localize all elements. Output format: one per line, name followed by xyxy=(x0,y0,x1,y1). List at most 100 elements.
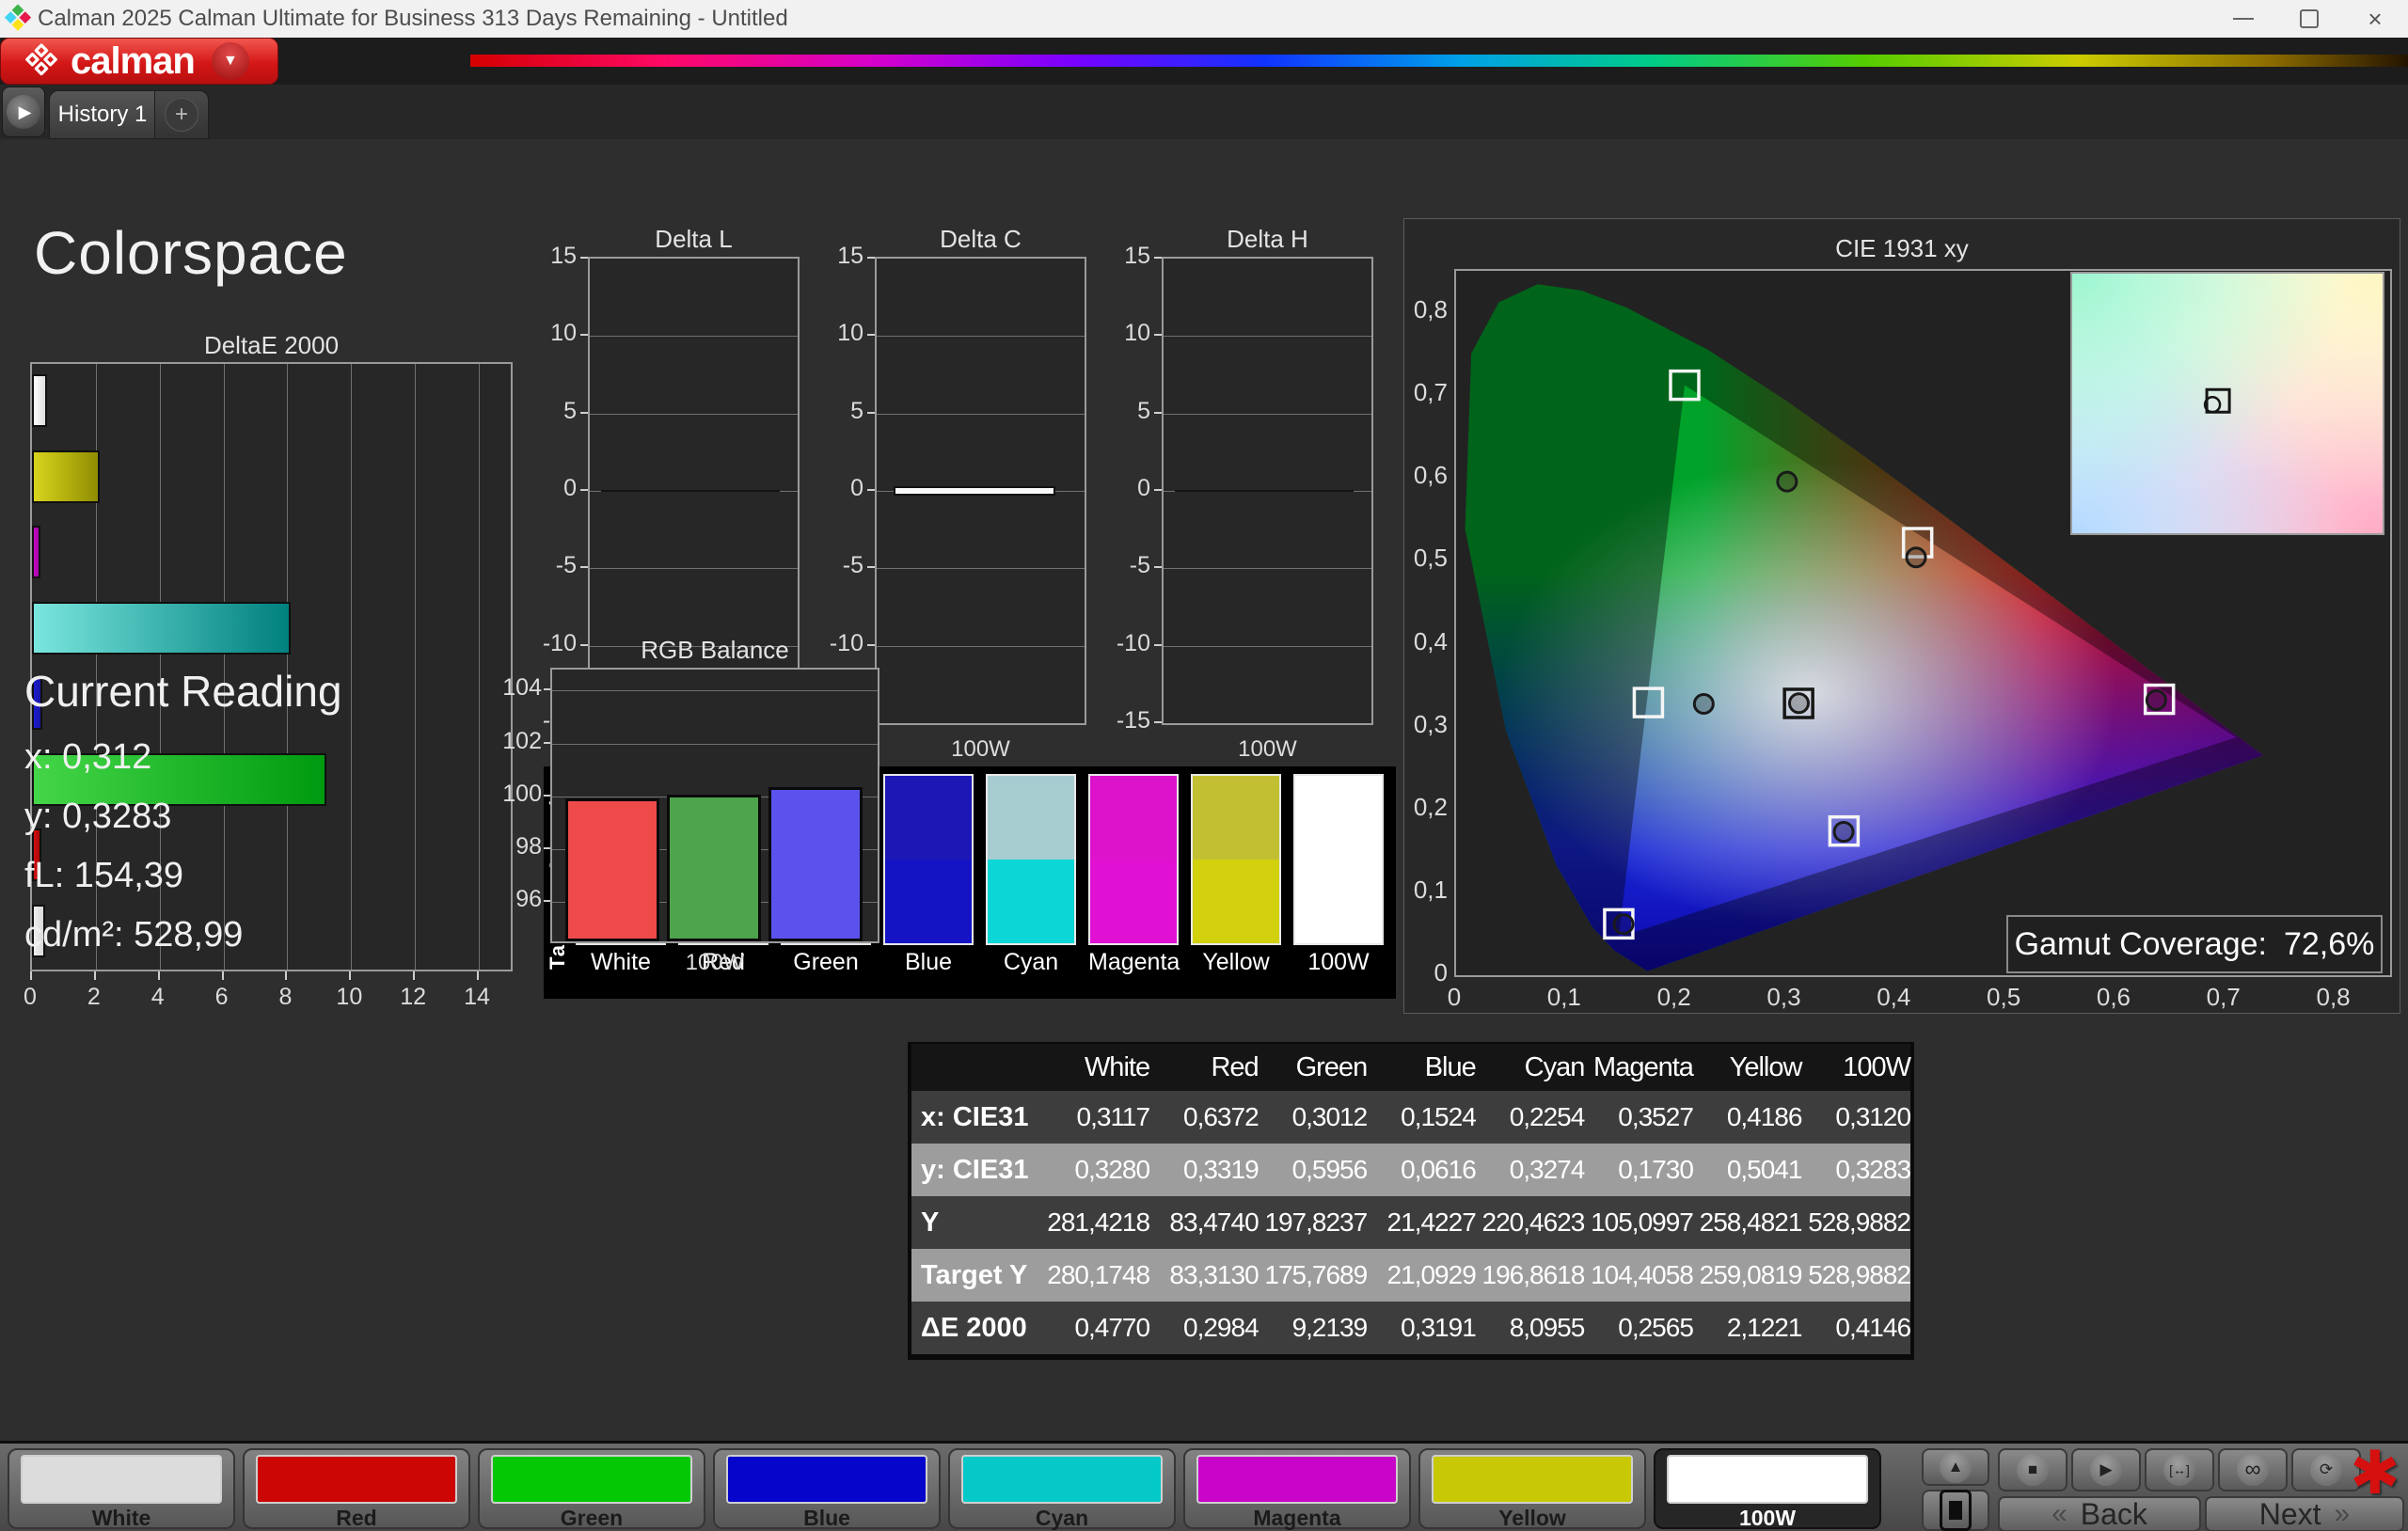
table-row-y: Y281,421883,4740197,823721,4227220,46231… xyxy=(911,1196,1910,1249)
pattern-window-up-button[interactable]: ▲ xyxy=(1922,1448,1989,1486)
next-button[interactable]: Next » xyxy=(2205,1496,2404,1531)
rgb-gridline xyxy=(552,690,878,691)
pattern-bar: WhiteRed Green BlueCyanMagentaYellow100W ▲… xyxy=(0,1441,2408,1531)
history-nav-button[interactable]: ▶ xyxy=(2,87,45,137)
delta_h-ytick: 10 xyxy=(1094,320,1150,347)
deltae-bar-white xyxy=(32,374,47,427)
pattern-button-100w[interactable]: 100W xyxy=(1654,1448,1881,1529)
table-col-green: Green xyxy=(1259,1052,1368,1083)
refresh-icon: ⟳ xyxy=(2310,1454,2342,1486)
swatch-stack-100w xyxy=(1293,774,1384,945)
back-button[interactable]: « Back xyxy=(1998,1496,2201,1531)
infinite-loop-icon: ∞ xyxy=(2237,1454,2269,1486)
calman-menu-button[interactable]: calman ▼ xyxy=(0,38,278,85)
delta_l-ytick: 15 xyxy=(520,243,577,270)
table-cell: 175,7689 xyxy=(1259,1260,1368,1290)
table-cell: 83,3130 xyxy=(1149,1260,1259,1290)
cie-xtick: 0,6 xyxy=(2076,983,2151,1012)
transport-pattern-size[interactable]: [↔] xyxy=(2145,1448,2214,1492)
swatch-actual xyxy=(988,776,1074,860)
transport-stop[interactable]: ■ xyxy=(1998,1448,2067,1492)
table-cell: 528,9882 xyxy=(1801,1207,1910,1238)
deltae-gridline xyxy=(479,364,480,970)
delta_l-tickmark xyxy=(580,489,588,491)
cie-measured-yellow xyxy=(1907,548,1925,567)
pattern-window-button[interactable] xyxy=(1922,1490,1989,1531)
cie-measured-cyan xyxy=(1694,695,1713,714)
deltae-tick-label: 6 xyxy=(198,984,246,1011)
swatch-name: Magenta xyxy=(1088,949,1179,976)
delta_l-ytick: 0 xyxy=(520,475,577,502)
close-button[interactable]: × xyxy=(2342,0,2408,38)
swatch-target xyxy=(988,860,1074,943)
pattern-button-blue[interactable]: Blue xyxy=(713,1448,941,1529)
deltae-tick-label: 10 xyxy=(325,984,372,1011)
swatch-stack-blue xyxy=(883,774,974,945)
table-cell: 0,3283 xyxy=(1801,1155,1910,1185)
add-tab-button[interactable]: + xyxy=(154,90,209,139)
minimize-button[interactable] xyxy=(2210,0,2276,38)
delta_h-tickmark xyxy=(1154,257,1162,259)
calman-menu-arrow[interactable]: ▼ xyxy=(212,42,249,80)
swatch-name: Cyan xyxy=(986,949,1076,976)
play-icon: ▶ xyxy=(2090,1454,2122,1486)
rgb-tickmark xyxy=(544,847,550,849)
swatch-name: Blue xyxy=(883,949,974,976)
transport-play[interactable]: ▶ xyxy=(2071,1448,2141,1492)
cie-xtick: 0,2 xyxy=(1637,983,1712,1012)
table-cell: 0,3117 xyxy=(1041,1102,1150,1132)
pattern-label: Green xyxy=(480,1506,704,1531)
pattern-size-icon: [↔] xyxy=(2163,1454,2195,1486)
play-arrow-icon: ▶ xyxy=(19,103,32,122)
swatch-actual xyxy=(1090,776,1177,860)
cie-xtick: 0,3 xyxy=(1746,983,1821,1012)
rgb-bar-green xyxy=(667,795,761,941)
reading-3: cd/m²: 528,99 xyxy=(24,915,243,955)
swatch-blue: Blue xyxy=(883,774,974,976)
delta_h-ytick: -5 xyxy=(1094,552,1150,579)
logo-row: calman ▼ xyxy=(0,38,2408,85)
window-title: Calman 2025 Calman Ultimate for Business… xyxy=(38,6,788,32)
delta_h-ytick: -10 xyxy=(1094,630,1150,657)
table-col-100w: 100W xyxy=(1801,1052,1910,1083)
cie-ytick: 0 xyxy=(1404,958,1448,987)
pattern-button-white[interactable]: White xyxy=(8,1448,235,1529)
rgb-ytick: 98 xyxy=(470,833,542,860)
cie-measured-blue xyxy=(1614,915,1633,934)
close-icon: × xyxy=(2368,5,2382,34)
delta_l-tickmark xyxy=(580,257,588,259)
cie-ytick: 0,7 xyxy=(1404,378,1448,407)
title-bar: Calman 2025 Calman Ultimate for Business… xyxy=(0,0,2408,38)
rgb-balance-chart xyxy=(550,668,879,943)
next-label: Next xyxy=(2259,1497,2321,1531)
delta_h-ytick: 0 xyxy=(1094,475,1150,502)
delta_c-tickmark xyxy=(867,334,875,336)
restore-button[interactable] xyxy=(2276,0,2342,38)
pattern-button-yellow[interactable]: Yellow xyxy=(1418,1448,1646,1529)
pattern-button-red[interactable]: Red xyxy=(243,1448,470,1529)
delta_c-gridline xyxy=(877,336,1085,337)
deltae2000-chart-title: DeltaE 2000 xyxy=(30,331,513,360)
delta_h-title: Delta H xyxy=(1162,225,1373,254)
pattern-swatch-red xyxy=(256,1455,457,1504)
table-cell: 9,2139 xyxy=(1259,1313,1368,1343)
stop-icon: ■ xyxy=(2017,1454,2049,1486)
pattern-button-green[interactable]: Green xyxy=(478,1448,705,1529)
pattern-button-cyan[interactable]: Cyan xyxy=(948,1448,1176,1529)
table-row-label: y: CIE31 xyxy=(911,1155,1041,1186)
tab-history-1[interactable]: History 1 xyxy=(49,90,156,139)
transport-infinite-loop[interactable]: ∞ xyxy=(2218,1448,2288,1492)
gamut-coverage-label: Gamut Coverage: xyxy=(2015,926,2267,963)
table-cell: 21,0929 xyxy=(1367,1260,1476,1290)
delta_c-tickmark xyxy=(867,489,875,491)
pattern-swatch-100w xyxy=(1667,1455,1868,1504)
rgb-balance-x-label: 100W xyxy=(550,950,879,976)
table-row-y-cie31: y: CIE310,32800,33190,59560,06160,32740,… xyxy=(911,1144,1910,1196)
table-cell: 196,8618 xyxy=(1476,1260,1585,1290)
delta_c-title: Delta C xyxy=(875,225,1086,254)
delta_l-ytick: -5 xyxy=(520,552,577,579)
pattern-button-magenta[interactable]: Magenta xyxy=(1183,1448,1411,1529)
table-cell: 0,0616 xyxy=(1367,1155,1476,1185)
table-cell: 0,2984 xyxy=(1149,1313,1259,1343)
calman-diamond-icon xyxy=(24,43,59,79)
